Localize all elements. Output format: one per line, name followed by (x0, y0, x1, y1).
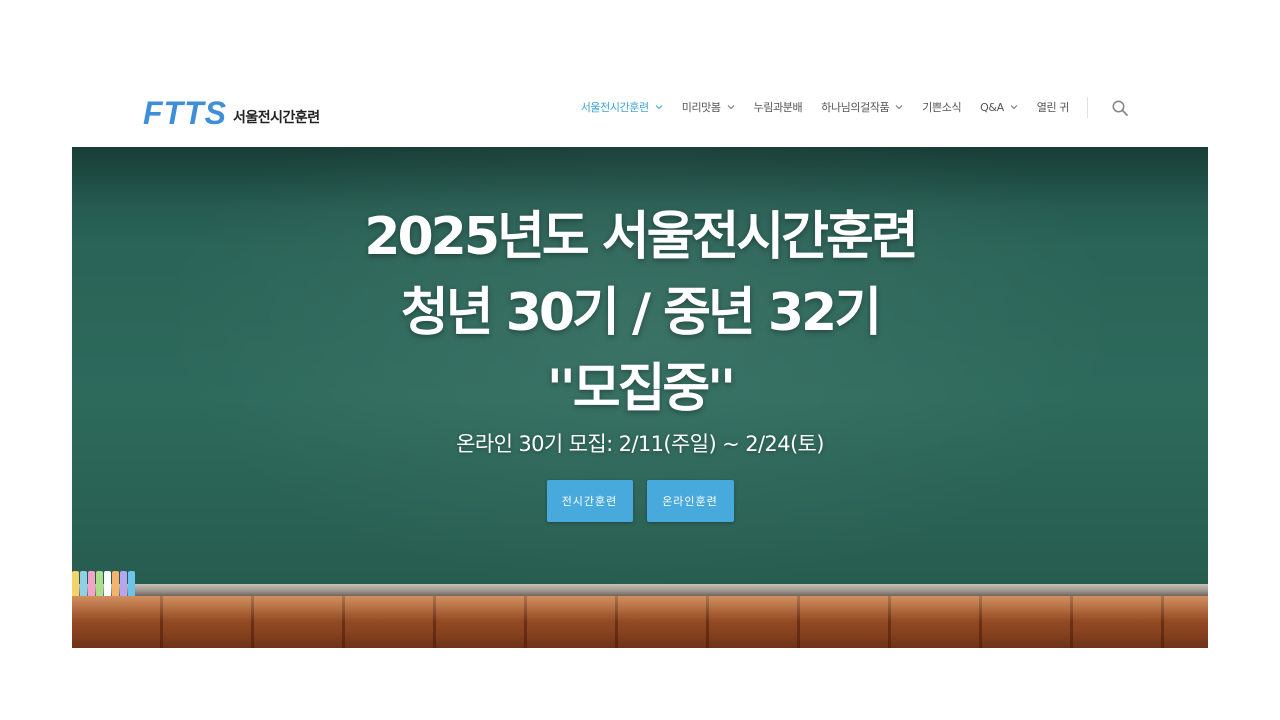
nav-item-seoul-training[interactable]: 서울전시간훈련 (581, 99, 663, 115)
site-header: FTTS 서울전시간훈련 서울전시간훈련 미리맛봄 누림과분배 하나님의걸작품 … (0, 0, 1280, 147)
hero-subtitle: 온라인 30기 모집: 2/11(주일) ~ 2/24(토) (456, 432, 824, 456)
nav-item-qna[interactable]: Q&A (980, 101, 1018, 114)
nav-item-good-news[interactable]: 기쁜소식 (922, 99, 961, 115)
nav-item-label: 서울전시간훈련 (580, 101, 649, 114)
chevron-down-icon (1010, 105, 1018, 110)
fulltime-training-button[interactable]: 전시간훈련 (546, 480, 633, 522)
nav-divider (1087, 97, 1088, 118)
chalk-ledge (72, 584, 1208, 596)
hero-banner: 2025년도 서울전시간훈련 청년 30기 / 중년 32기 ''모집중'' 온… (72, 147, 1208, 648)
desk-highlight (72, 596, 1208, 622)
chevron-down-icon (655, 105, 663, 110)
chalkboard-shade (72, 147, 1208, 207)
nav-item-label: 하나님의걸작품 (821, 101, 890, 114)
search-icon[interactable] (1111, 99, 1129, 117)
nav-item-open-ear[interactable]: 열린 귀 (1036, 99, 1070, 115)
nav-item-label: 미리맛봄 (681, 101, 721, 114)
nav-item-enjoy-distribute[interactable]: 누림과분배 (754, 99, 803, 115)
chevron-down-icon (727, 105, 735, 110)
chalk-sticks-image (72, 569, 138, 599)
nav-item-label: 기쁜소식 (922, 101, 962, 114)
hero-title: 2025년도 서울전시간훈련 청년 30기 / 중년 32기 ''모집중'' (72, 199, 1208, 427)
hero-title-line2: 청년 30기 / 중년 32기 (400, 283, 882, 343)
online-training-button[interactable]: 온라인훈련 (646, 480, 734, 522)
main-nav: 서울전시간훈련 미리맛봄 누림과분배 하나님의걸작품 기쁜소식 Q&A 열린 귀 (581, 96, 1070, 118)
hero-buttons: 전시간훈련 온라인훈련 (72, 480, 1208, 522)
nav-item-foretaste[interactable]: 미리맛봄 (682, 99, 735, 115)
logo-mark: FTTS (143, 95, 227, 131)
nav-item-label: 누림과분배 (753, 101, 803, 114)
hero-title-line3: ''모집중'' (546, 359, 736, 419)
site-logo[interactable]: FTTS 서울전시간훈련 (143, 95, 320, 131)
hero-title-line1: 2025년도 서울전시간훈련 (364, 207, 918, 267)
chevron-down-icon (895, 105, 903, 110)
logo-text: 서울전시간훈련 (232, 110, 320, 126)
nav-item-label: 열린 귀 (1036, 101, 1070, 114)
nav-item-masterpiece[interactable]: 하나님의걸작품 (821, 99, 903, 115)
nav-item-label: Q&A (980, 100, 1004, 114)
